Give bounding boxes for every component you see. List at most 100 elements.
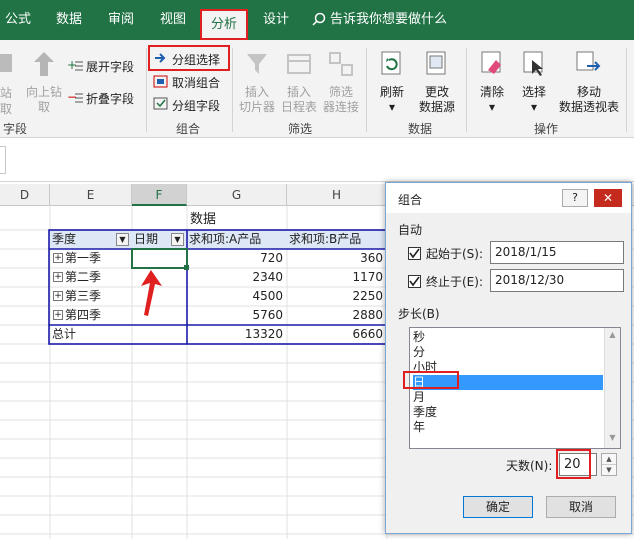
change-data-source-button[interactable]: 更改 数据源 [412, 50, 462, 115]
tab-design[interactable]: 设计 [257, 0, 295, 40]
expand-field-icon: + [67, 58, 83, 72]
partial-field-label-top: 站 [0, 86, 13, 100]
tab-review[interactable]: 审阅 [102, 0, 140, 40]
column-header-e[interactable]: E [50, 184, 132, 206]
red-annotation-arrow-icon [141, 270, 162, 316]
highlight-box-days-input [556, 449, 591, 479]
step-option-months[interactable]: 月 [413, 390, 603, 405]
total-label: 总计 [52, 327, 77, 341]
move-pivot-table-button[interactable]: 移动 数据透视表 [556, 50, 622, 115]
insert-slicer-label-top: 插入 [244, 85, 269, 99]
step-option-seconds[interactable]: 秒 [413, 330, 603, 345]
ungroup-icon [153, 75, 168, 88]
filter-group-label: 筛选 [287, 122, 312, 136]
date-filter-dropdown[interactable]: ▼ [171, 233, 184, 246]
cell-q2-a[interactable]: 2340 [187, 268, 287, 287]
tell-me-search[interactable]: 告诉我你想要做什么 [312, 0, 447, 40]
cell-q1-b[interactable]: 360 [287, 249, 387, 268]
quarter-filter-dropdown[interactable]: ▼ [116, 233, 129, 246]
column-header-h[interactable]: H [287, 184, 387, 206]
spin-up-icon[interactable]: ▲ [602, 454, 616, 465]
highlight-box-analyze-tab [200, 9, 248, 40]
ribbon-separator [232, 48, 233, 132]
scroll-down-icon[interactable]: ▼ [605, 433, 620, 442]
clear-label: 清除 [479, 85, 504, 99]
filter-connections-icon [329, 52, 353, 76]
pivot-header-quarter: 季度 [52, 232, 77, 246]
collapse-field-button[interactable]: 折叠字段 [86, 90, 134, 107]
eraser-icon [481, 51, 501, 74]
step-section-label: 步长(B) [398, 307, 440, 321]
insert-slicer-button[interactable]: 插入 切片器 [236, 50, 278, 115]
step-option-quarters[interactable]: 季度 [413, 405, 603, 420]
filter-connections-label-bottom: 器连接 [322, 100, 359, 114]
checkmark-icon [409, 248, 420, 259]
dialog-title-bar[interactable]: 组合 ? ✕ [386, 183, 631, 213]
step-option-minutes[interactable]: 分 [413, 345, 603, 360]
cell-q4-b[interactable]: 2880 [287, 306, 387, 325]
tell-me-text: 告诉我你想要做什么 [330, 12, 448, 27]
listbox-scrollbar[interactable]: ▲ ▼ [604, 328, 620, 448]
group-dialog: 组合 ? ✕ 自动 起始于(S): 2018/1/15 终止于(E): 2018… [385, 182, 632, 534]
change-source-label-bottom: 数据源 [418, 100, 455, 114]
drill-up-button[interactable]: 向上钻 取 [22, 50, 66, 115]
tab-formulas[interactable]: 公式 [0, 0, 36, 40]
cell-q2-b[interactable]: 1170 [287, 268, 387, 287]
move-table-icon [576, 51, 601, 71]
tab-view[interactable]: 视图 [154, 0, 192, 40]
end-at-field[interactable]: 2018/12/30 [490, 269, 624, 292]
refresh-icon [381, 51, 401, 75]
partial-field-label-bottom: 取 [0, 102, 13, 116]
filter-connections-button[interactable]: 筛选 器连接 [320, 50, 362, 115]
cell-q4-a[interactable]: 5760 [187, 306, 287, 325]
expand-field-button[interactable]: 展开字段 [86, 58, 134, 75]
select-label: 选择 [521, 85, 546, 99]
end-at-checkbox[interactable] [408, 275, 421, 288]
group-field-icon [153, 97, 168, 110]
group-selection-button[interactable]: 分组选择 [172, 51, 220, 68]
cell-q3-a[interactable]: 4500 [187, 287, 287, 306]
timeline-icon [287, 54, 311, 74]
scroll-up-icon[interactable]: ▲ [605, 330, 620, 339]
refresh-button[interactable]: 刷新 ▾ [372, 50, 412, 115]
tab-data[interactable]: 数据 [50, 0, 88, 40]
cell-total-b[interactable]: 6660 [287, 325, 387, 344]
select-icon [523, 51, 543, 76]
drill-up-label-top: 向上钻 [25, 85, 62, 99]
pivot-header-sum-b: 求和项:B产品 [289, 232, 362, 246]
select-button[interactable]: 选择 ▾ [514, 50, 554, 115]
change-source-icon [426, 51, 446, 75]
cell-q1-a[interactable]: 720 [187, 249, 287, 268]
group-field-button[interactable]: 分组字段 [172, 97, 220, 114]
help-button[interactable]: ? [562, 189, 588, 207]
expand-icon[interactable]: + [53, 272, 63, 282]
name-box[interactable] [0, 146, 6, 174]
start-at-field[interactable]: 2018/1/15 [490, 241, 624, 264]
start-at-checkbox[interactable] [408, 247, 421, 260]
formula-bar-area [0, 138, 634, 182]
insert-timeline-button[interactable]: 插入 日程表 [278, 50, 320, 115]
column-header-f[interactable]: F [132, 184, 187, 206]
column-header-d[interactable]: D [0, 184, 50, 206]
column-header-g[interactable]: G [187, 184, 287, 206]
row-label-q4: 第四季 [65, 308, 102, 322]
refresh-dropdown-arrow[interactable]: ▾ [372, 100, 412, 115]
search-icon [312, 12, 326, 26]
expand-icon[interactable]: + [53, 253, 63, 263]
close-button[interactable]: ✕ [594, 189, 622, 207]
cell-total-a[interactable]: 13320 [187, 325, 287, 344]
spin-down-icon[interactable]: ▼ [602, 465, 616, 475]
ungroup-button[interactable]: 取消组合 [172, 74, 220, 91]
expand-icon[interactable]: + [53, 291, 63, 301]
ribbon-separator [366, 48, 367, 132]
clear-dropdown-arrow[interactable]: ▾ [472, 100, 512, 115]
move-label-top: 移动 [576, 85, 601, 99]
select-dropdown-arrow[interactable]: ▾ [514, 100, 554, 115]
clear-button[interactable]: 清除 ▾ [472, 50, 512, 115]
ok-button[interactable]: 确定 [463, 496, 533, 518]
expand-icon[interactable]: + [53, 310, 63, 320]
step-option-years[interactable]: 年 [413, 420, 603, 435]
cancel-button[interactable]: 取消 [546, 496, 616, 518]
cell-q3-b[interactable]: 2250 [287, 287, 387, 306]
days-spinner[interactable]: ▲ ▼ [601, 453, 617, 476]
